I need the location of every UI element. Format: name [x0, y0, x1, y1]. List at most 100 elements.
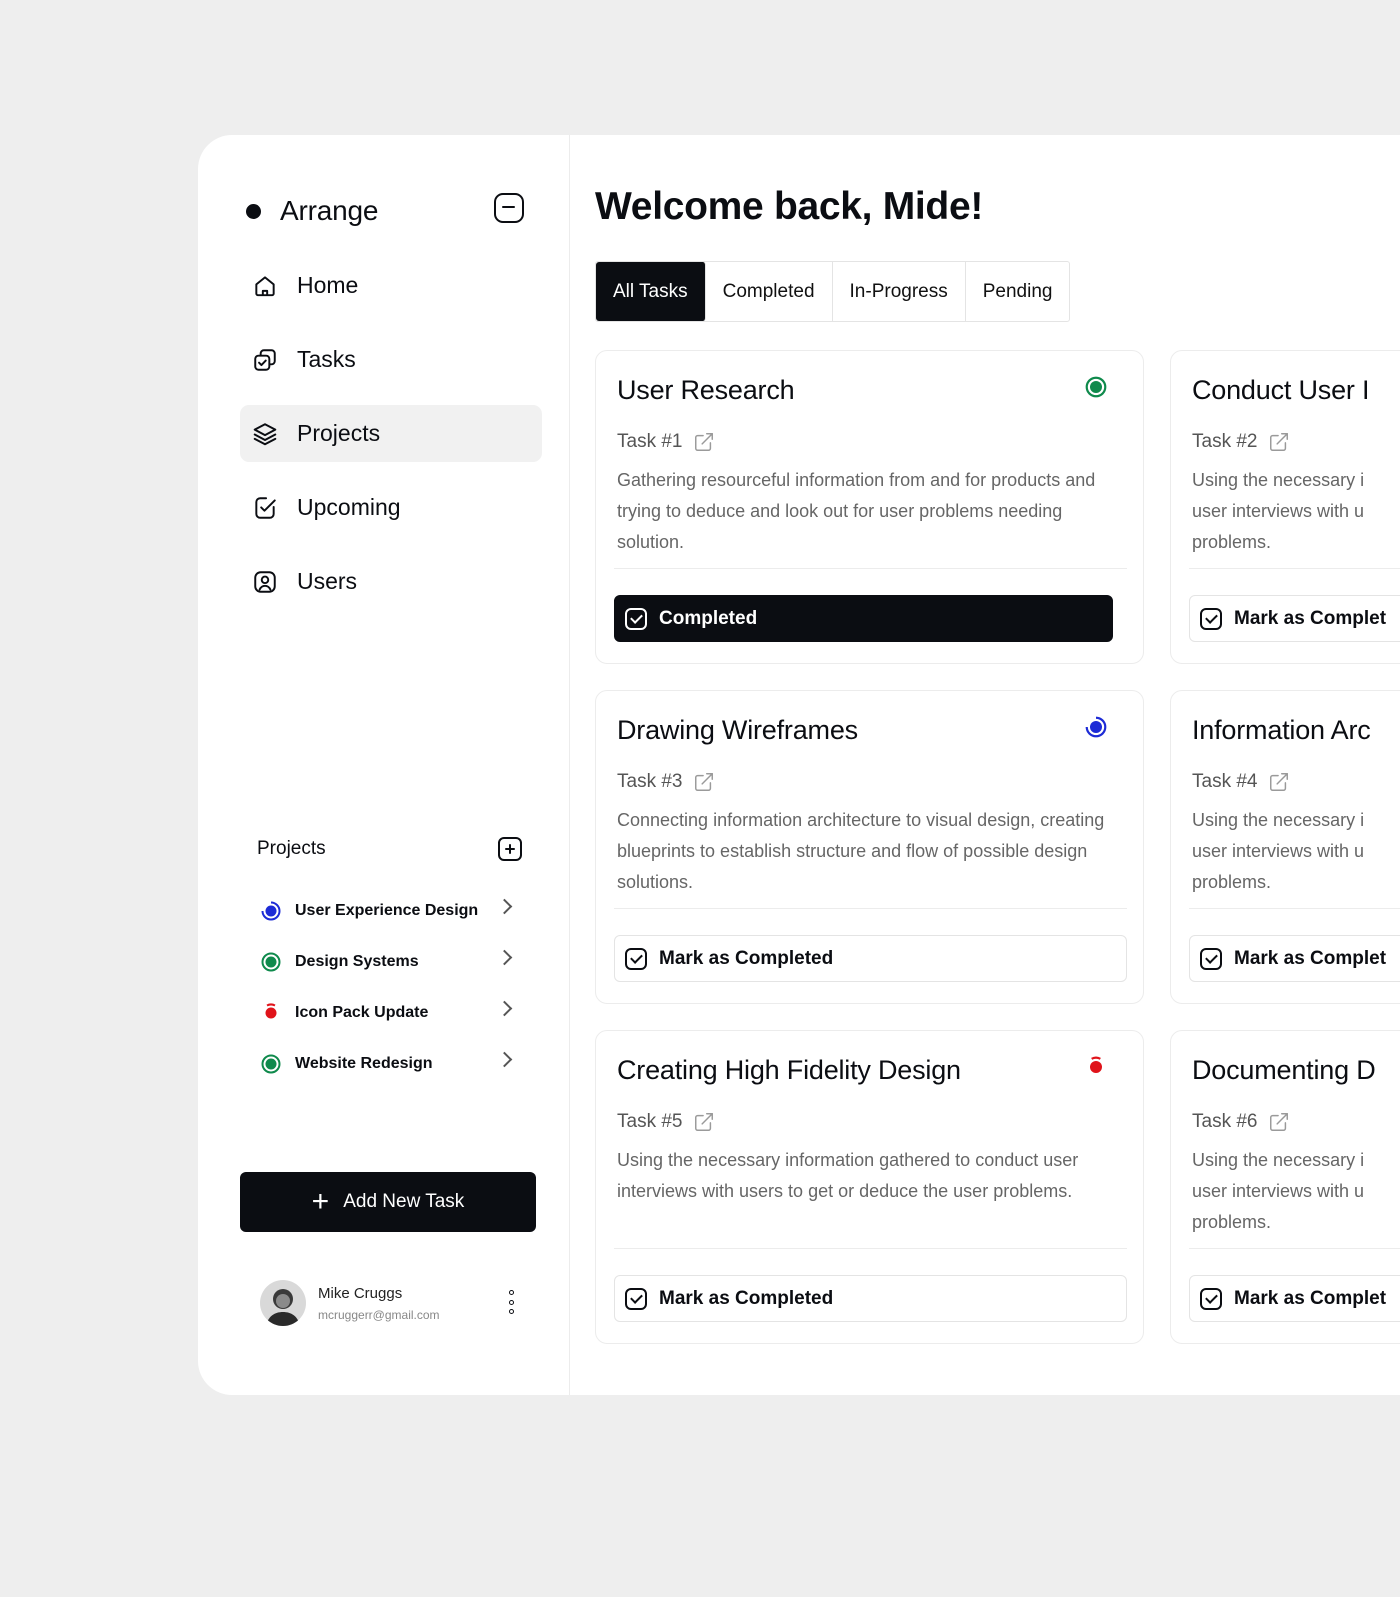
tasks-icon — [250, 345, 280, 375]
task-number: Task #4 — [1192, 771, 1290, 793]
chevron-right-icon — [496, 898, 513, 915]
task-description: Using the necessary i user interviews wi… — [1192, 1150, 1365, 1232]
task-card: User Research Task #1 Gathering resource… — [595, 350, 1144, 664]
profile-text: Mike Cruggs mcruggerr@gmail.com — [318, 1285, 440, 1322]
task-description: Gathering resourceful information from a… — [617, 470, 1096, 552]
task-number: Task #5 — [617, 1111, 715, 1133]
divider — [614, 1248, 1127, 1249]
sidebar-item-upcoming[interactable]: Upcoming — [240, 479, 542, 536]
sidebar-item-tasks[interactable]: Tasks — [240, 331, 542, 388]
page-title: Welcome back, Mide! — [595, 185, 984, 228]
sidebar: Arrange Home Tasks Projects Upcoming Use… — [198, 135, 570, 1395]
chevron-right-icon — [496, 1051, 513, 1068]
task-card: Documenting D Task #6 Using the necessar… — [1170, 1030, 1400, 1344]
project-item-user-experience-design[interactable]: User Experience Design — [260, 885, 522, 936]
project-label: Icon Pack Update — [295, 1003, 429, 1021]
task-description: Connecting information architecture to v… — [617, 810, 1105, 892]
completed-button[interactable]: Completed — [614, 595, 1113, 642]
collapse-sidebar-button[interactable] — [494, 193, 524, 223]
completed-status-icon — [261, 952, 281, 971]
task-title: Creating High Fidelity Design — [617, 1055, 961, 1085]
sidebar-item-label: Upcoming — [297, 494, 401, 520]
task-card: Creating High Fidelity Design Task #5 Us… — [595, 1030, 1144, 1344]
profile-email: mcruggerr@gmail.com — [318, 1307, 440, 1322]
task-title: User Research — [617, 375, 795, 405]
check-square-icon — [625, 1287, 647, 1310]
app-window: Arrange Home Tasks Projects Upcoming Use… — [198, 135, 1400, 1395]
user-profile[interactable]: Mike Cruggs mcruggerr@gmail.com — [260, 1276, 525, 1330]
add-project-button[interactable] — [498, 837, 522, 861]
external-link-icon[interactable] — [693, 1111, 715, 1133]
divider — [1189, 568, 1400, 569]
sidebar-item-label: Projects — [297, 420, 381, 446]
completed-status-icon — [1085, 376, 1107, 398]
avatar — [260, 1280, 306, 1326]
task-number-label: Task #6 — [1192, 1111, 1258, 1132]
sidebar-item-users[interactable]: Users — [240, 553, 542, 610]
task-filter-tabs: All Tasks Completed In-Progress Pending — [595, 261, 1071, 322]
task-card: Drawing Wireframes Task #3 Connecting in… — [595, 690, 1144, 1004]
mark-as-completed-button[interactable]: Mark as Completed — [614, 1275, 1127, 1322]
tab-completed[interactable]: Completed — [706, 262, 833, 321]
brand-logo-dot — [246, 203, 261, 219]
task-title: Information Arc — [1192, 715, 1371, 745]
project-label: Design Systems — [295, 952, 419, 970]
mark-as-completed-button[interactable]: Mark as Complet — [1189, 595, 1400, 642]
check-square-icon — [625, 947, 647, 970]
tab-pending[interactable]: Pending — [966, 262, 1070, 321]
mark-as-completed-button[interactable]: Mark as Complet — [1189, 935, 1400, 982]
project-item-design-systems[interactable]: Design Systems — [260, 936, 522, 987]
add-new-task-button[interactable]: + Add New Task — [240, 1172, 536, 1232]
task-card: Information Arc Task #4 Using the necess… — [1170, 690, 1400, 1004]
task-title: Drawing Wireframes — [617, 715, 858, 745]
button-label: Mark as Completed — [659, 1287, 834, 1309]
task-number-label: Task #4 — [1192, 771, 1258, 792]
tab-in-progress[interactable]: In-Progress — [833, 262, 966, 321]
tab-all-tasks[interactable]: All Tasks — [596, 262, 706, 321]
task-number-label: Task #1 — [617, 431, 683, 452]
in-progress-status-icon — [261, 901, 281, 920]
task-description: Using the necessary information gathered… — [617, 1150, 1079, 1201]
task-description: Using the necessary i user interviews wi… — [1192, 470, 1365, 552]
project-list: User Experience Design Design Systems Ic… — [260, 885, 522, 1089]
divider — [1189, 1248, 1400, 1249]
divider — [614, 908, 1127, 909]
divider — [614, 568, 1127, 569]
external-link-icon[interactable] — [693, 771, 715, 793]
brand-name: Arrange — [280, 195, 379, 226]
sidebar-item-home[interactable]: Home — [240, 257, 542, 314]
task-description: Using the necessary i user interviews wi… — [1192, 810, 1365, 892]
task-number: Task #1 — [617, 431, 715, 453]
task-number: Task #3 — [617, 771, 715, 793]
more-options-icon[interactable] — [509, 1290, 515, 1314]
mark-as-completed-button[interactable]: Mark as Complet — [1189, 1275, 1400, 1322]
task-number-label: Task #3 — [617, 771, 683, 792]
sidebar-item-projects[interactable]: Projects — [240, 405, 542, 462]
external-link-icon[interactable] — [1268, 431, 1290, 453]
project-item-website-redesign[interactable]: Website Redesign — [260, 1038, 522, 1089]
check-square-icon — [625, 607, 647, 630]
projects-section-title: Projects — [257, 838, 326, 859]
button-label: Mark as Complet — [1234, 1287, 1387, 1309]
button-label: Completed — [659, 607, 758, 629]
mark-as-completed-button[interactable]: Mark as Completed — [614, 935, 1127, 982]
layers-icon — [250, 419, 280, 449]
project-item-icon-pack-update[interactable]: Icon Pack Update — [260, 987, 522, 1038]
external-link-icon[interactable] — [1268, 1111, 1290, 1133]
plus-icon: + — [311, 1185, 330, 1218]
check-square-icon — [1200, 1287, 1222, 1310]
calendar-check-icon — [250, 493, 280, 523]
project-label: User Experience Design — [295, 901, 479, 919]
pending-status-icon — [265, 1003, 277, 1018]
check-square-icon — [1200, 947, 1222, 970]
main-content: Welcome back, Mide! All Tasks Completed … — [569, 135, 1400, 1395]
add-new-task-label: Add New Task — [343, 1191, 465, 1212]
task-number: Task #6 — [1192, 1111, 1290, 1133]
button-label: Mark as Completed — [659, 947, 834, 969]
external-link-icon[interactable] — [1268, 771, 1290, 793]
profile-name: Mike Cruggs — [318, 1284, 403, 1302]
brand: Arrange — [246, 195, 378, 227]
sidebar-item-label: Home — [297, 272, 359, 298]
chevron-right-icon — [496, 1000, 513, 1017]
external-link-icon[interactable] — [693, 431, 715, 453]
